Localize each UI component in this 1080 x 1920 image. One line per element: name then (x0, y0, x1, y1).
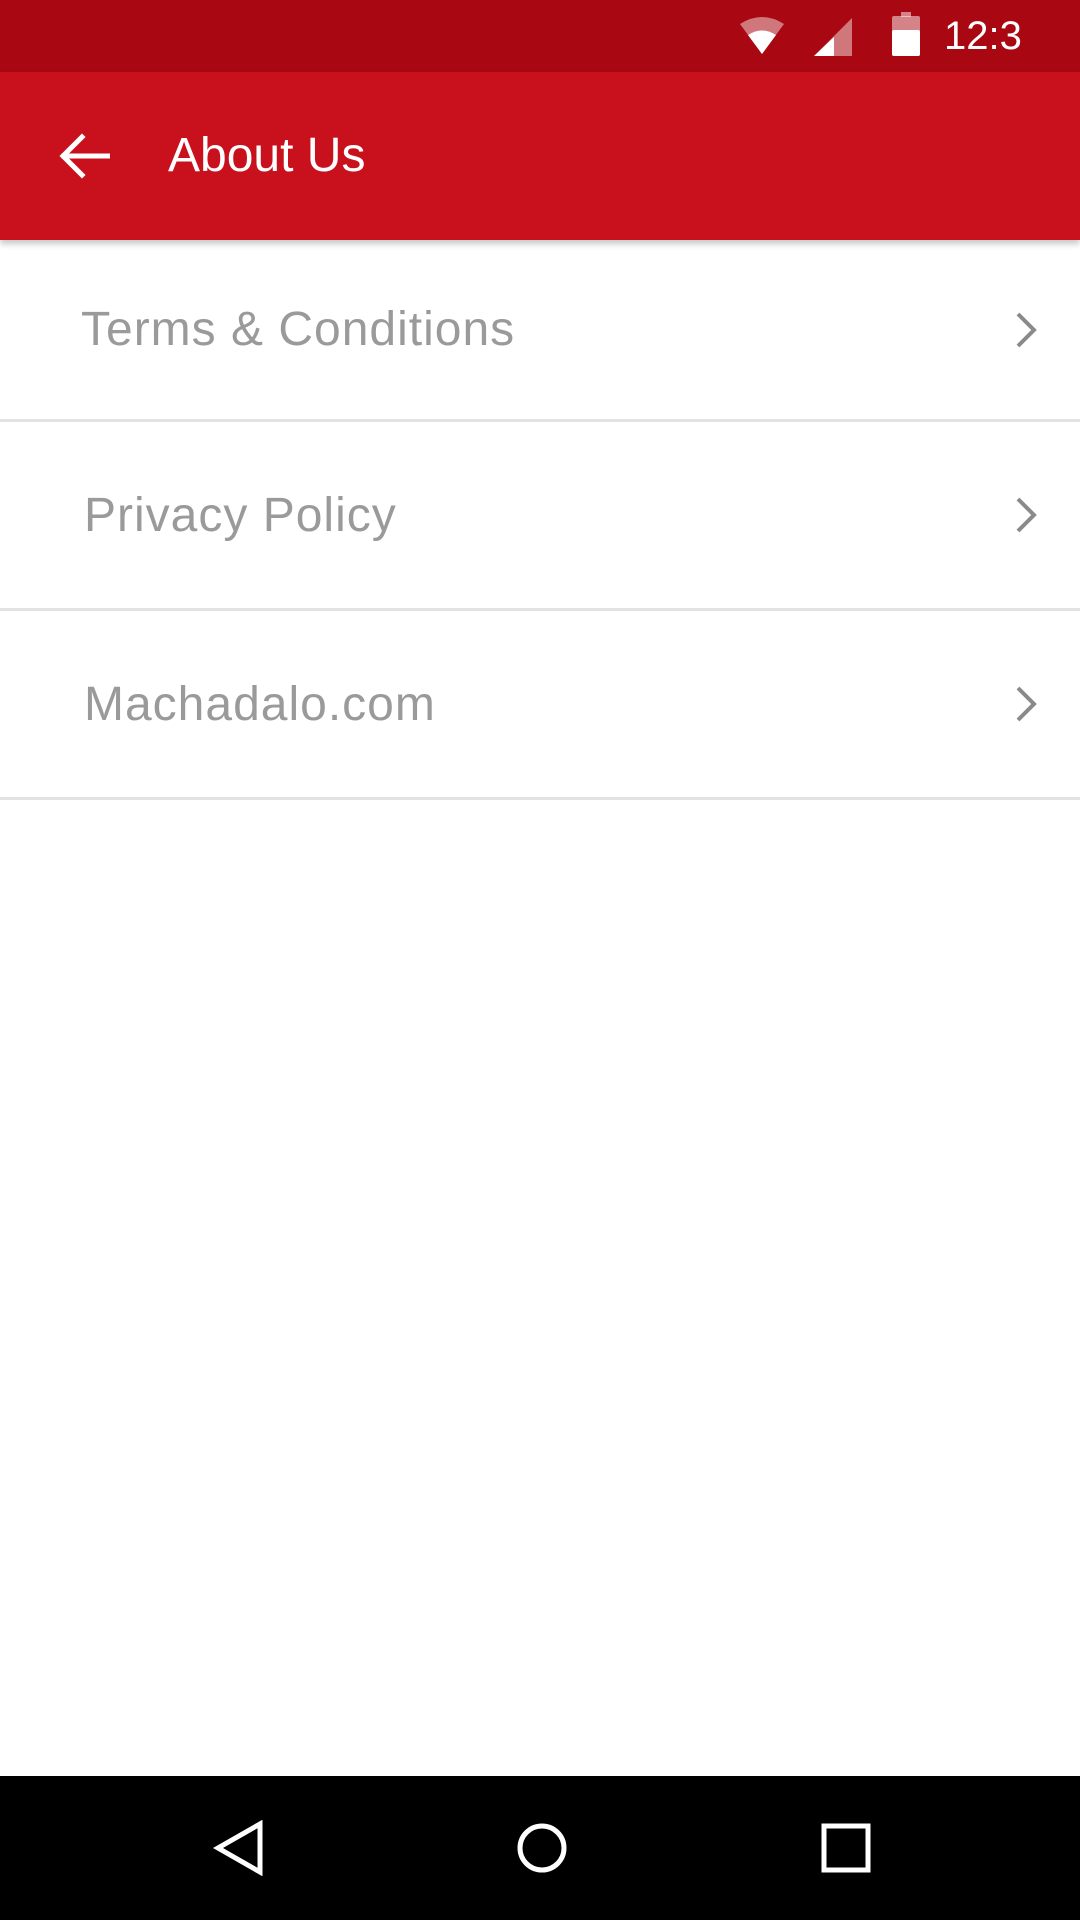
list-item-label: Terms & Conditions (81, 303, 516, 356)
list-item-machadalo-website[interactable]: Machadalo.com (0, 611, 1080, 800)
list-item-terms-conditions[interactable]: Terms & Conditions (0, 240, 1080, 422)
app-bar: About Us (0, 72, 1080, 240)
status-bar: 12:3 (0, 0, 1080, 72)
system-nav-bar (0, 1776, 1080, 1920)
page-title: About Us (168, 129, 366, 182)
arrow-back-icon (59, 133, 110, 179)
nav-recents-button[interactable] (798, 1800, 894, 1896)
wifi-icon (740, 17, 784, 54)
chevron-right-icon (1016, 312, 1037, 347)
chevron-right-icon (1016, 686, 1037, 722)
about-menu-list: Terms & Conditions Privacy Policy Machad… (0, 240, 1080, 800)
status-clock: 12:3 (944, 14, 1022, 58)
chevron-right-icon (1016, 497, 1037, 533)
nav-home-icon (517, 1823, 567, 1873)
nav-back-icon (212, 1820, 263, 1876)
list-item-label: Machadalo.com (84, 677, 436, 731)
back-button[interactable] (36, 108, 132, 204)
list-item-privacy-policy[interactable]: Privacy Policy (0, 422, 1080, 611)
list-item-label: Privacy Policy (84, 488, 397, 542)
battery-icon (892, 12, 920, 56)
nav-back-button[interactable] (190, 1800, 286, 1896)
about-us-screen: 12:3 About Us Terms & Conditions Privacy… (0, 0, 1080, 1920)
nav-home-button[interactable] (494, 1800, 590, 1896)
nav-recents-icon (821, 1823, 871, 1873)
signal-icon (814, 18, 852, 56)
